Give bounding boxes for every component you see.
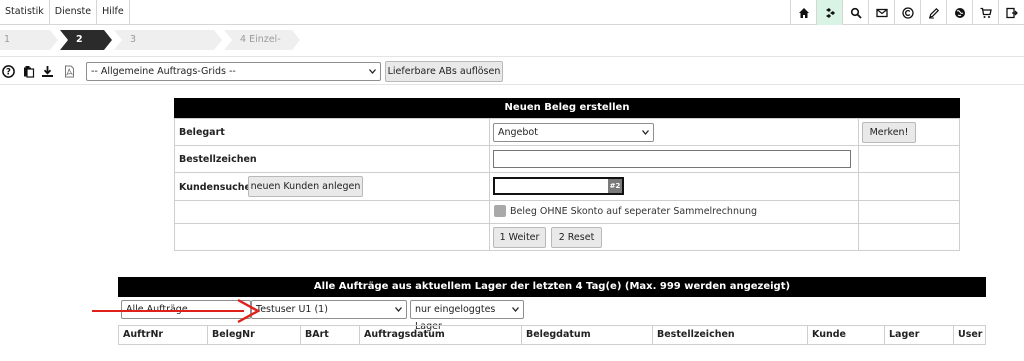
pdf-icon[interactable] (63, 65, 76, 78)
filter-user-select[interactable]: Testuser U1 (1) (251, 300, 407, 319)
skonto-checkbox-label: Beleg OHNE Skonto auf seperater Sammelre… (510, 206, 758, 217)
step-sammelrechnung[interactable]: 3 Sammelrechnung (114, 30, 222, 50)
step-suchen[interactable]: 1 Suchen (0, 30, 58, 50)
skonto-checkbox[interactable] (494, 205, 506, 217)
form-cell (174, 200, 490, 224)
filter-user-value: Testuser U1 (1) (256, 304, 328, 315)
search-icon[interactable] (842, 0, 868, 25)
home-icon[interactable] (790, 0, 816, 25)
download-icon[interactable] (41, 65, 54, 78)
puzzle-icon[interactable] (816, 0, 842, 25)
clipboard-icon[interactable] (22, 65, 35, 78)
col-lager[interactable]: Lager (884, 325, 954, 345)
col-auftragsdatum[interactable]: Auftragsdatum (359, 325, 522, 345)
cart-icon[interactable] (972, 0, 998, 25)
weiter-button[interactable]: 1 Weiter (493, 227, 546, 248)
form-cell (858, 200, 960, 224)
col-bestellzeichen[interactable]: Bestellzeichen (652, 325, 808, 345)
col-bart[interactable]: BArt (300, 325, 360, 345)
svg-text:?: ? (6, 68, 11, 78)
reset-button[interactable]: 2 Reset (551, 227, 602, 248)
copyright-icon[interactable] (894, 0, 920, 25)
col-user[interactable]: User (953, 325, 986, 345)
step-einzel-rg[interactable]: 4 Einzel-RG. (224, 30, 300, 50)
col-belegdatum[interactable]: Belegdatum (521, 325, 653, 345)
new-customer-button[interactable]: neuen Kunden anlegen (248, 176, 363, 197)
kundensuche-badge: #2 (608, 179, 622, 193)
menu-dienste[interactable]: Dienste (50, 0, 98, 25)
form-cell (858, 223, 960, 251)
grid-select[interactable]: -- Allgemeine Auftrags-Grids -- (86, 62, 381, 81)
grid-select-value: -- Allgemeine Auftrags-Grids -- (91, 66, 236, 77)
chevron-down-icon (395, 307, 402, 312)
belegart-value: Angebot (498, 127, 538, 138)
kundensuche-label: Kundensuche (179, 182, 251, 193)
kundensuche-input[interactable] (493, 177, 624, 195)
help-icon[interactable]: ? (2, 65, 15, 78)
edit-icon[interactable] (920, 0, 946, 25)
workflow-steps: 1 Suchen 2 Neu 3 Sammelrechnung 4 Einzel… (0, 30, 302, 50)
top-icon-bar (790, 0, 1024, 25)
orders-header: Alle Aufträge aus aktuellem Lager der le… (118, 277, 986, 297)
form-cell (174, 223, 490, 251)
filter-lager-select[interactable]: nur eingeloggtes Lager (410, 300, 524, 332)
merken-button[interactable]: Merken! (862, 122, 916, 143)
menu-statistik[interactable]: Statistik (0, 0, 50, 25)
col-belegnr[interactable]: BelegNr (207, 325, 301, 345)
main-menu: Statistik Dienste Hilfe (0, 0, 130, 25)
globe-icon[interactable] (946, 0, 972, 25)
toolbar: ? -- Allgemeine Auftrags-Grids -- Liefer… (0, 56, 1024, 85)
chevron-down-icon (369, 69, 376, 74)
belegart-label: Belegart (179, 127, 225, 138)
chevron-down-icon (642, 130, 649, 135)
resolve-abs-button[interactable]: Lieferbare ABs auflösen (385, 61, 503, 82)
chevron-down-icon (512, 307, 519, 312)
form-cell (858, 145, 960, 173)
top-menu-bar: Statistik Dienste Hilfe (0, 0, 1024, 25)
new-doc-header: Neuen Beleg erstellen (174, 98, 960, 118)
mail-icon[interactable] (868, 0, 894, 25)
belegart-select[interactable]: Angebot (493, 123, 654, 142)
col-kunde[interactable]: Kunde (807, 325, 885, 345)
bestellzeichen-label: Bestellzeichen (179, 154, 257, 165)
bestellzeichen-input[interactable] (493, 150, 851, 168)
step-neu[interactable]: 2 Neu (60, 30, 112, 50)
menu-hilfe[interactable]: Hilfe (97, 0, 130, 25)
form-cell (858, 172, 960, 201)
exit-icon[interactable] (998, 0, 1024, 25)
annotation-arrow (92, 298, 260, 324)
col-auftrnr[interactable]: AuftrNr (118, 325, 208, 345)
